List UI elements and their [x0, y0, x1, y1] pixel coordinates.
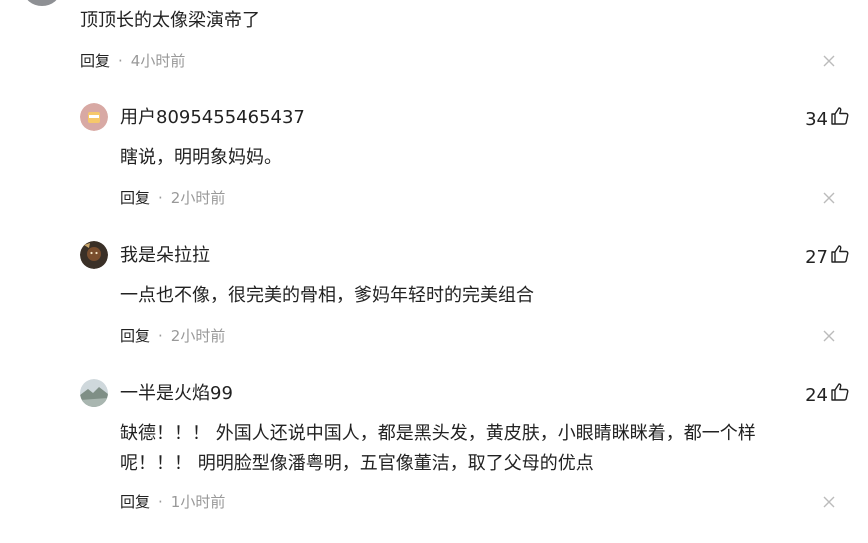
- reply-button[interactable]: 回复: [120, 188, 150, 208]
- timestamp: 4小时前: [130, 52, 186, 70]
- separator: ·: [158, 327, 163, 345]
- close-icon[interactable]: [823, 330, 837, 344]
- separator: ·: [158, 493, 163, 511]
- username[interactable]: 用户8095455465437: [120, 106, 305, 130]
- reply-meta: 回复 · 2小时前: [120, 188, 225, 208]
- close-icon[interactable]: [823, 55, 837, 69]
- reply-item: 用户8095455465437 34 瞎说，明明象妈妈。 回复 · 2小时前: [80, 103, 850, 213]
- like-count: 24: [805, 384, 828, 406]
- separator: ·: [158, 189, 163, 207]
- reply-button[interactable]: 回复: [80, 51, 110, 71]
- timestamp: 2小时前: [170, 189, 226, 207]
- close-icon[interactable]: [823, 192, 837, 206]
- avatar[interactable]: [80, 379, 108, 407]
- like-button[interactable]: 27: [805, 244, 850, 271]
- like-button[interactable]: 24: [805, 382, 850, 409]
- thumbs-up-icon: [828, 244, 850, 271]
- avatar[interactable]: [80, 103, 108, 131]
- thumbs-up-icon: [828, 382, 850, 409]
- avatar[interactable]: [80, 241, 108, 269]
- reply-text: 缺德！！！ 外国人还说中国人，都是黑头发，黄皮肤，小眼睛眯眯着，都一个样 呢！！…: [120, 419, 840, 479]
- like-button[interactable]: 34: [805, 106, 850, 133]
- reply-meta: 回复 · 2小时前: [120, 326, 225, 346]
- reply-item: 我是朵拉拉 27 一点也不像，很完美的骨相，爹妈年轻时的完美组合 回复 · 2小…: [80, 241, 850, 351]
- comment-text: 顶顶长的太像梁演帝了: [80, 10, 260, 31]
- timestamp: 1小时前: [170, 493, 226, 511]
- reply-text: 瞎说，明明象妈妈。: [120, 147, 282, 168]
- username[interactable]: 一半是火焰99: [120, 382, 233, 406]
- reply-text: 一点也不像，很完美的骨相，爹妈年轻时的完美组合: [120, 285, 534, 306]
- reply-text-line: 呢！！！ 明明脸型像潘粤明，五官像董洁，取了父母的优点: [120, 453, 594, 474]
- timestamp: 2小时前: [170, 327, 226, 345]
- comment-meta: 回复 · 4小时前: [80, 51, 185, 71]
- reply-item: 一半是火焰99 24 缺德！！！ 外国人还说中国人，都是黑头发，黄皮肤，小眼睛眯…: [80, 379, 850, 519]
- username[interactable]: 我是朵拉拉: [120, 244, 210, 268]
- close-icon[interactable]: [823, 496, 837, 510]
- thumbs-up-icon: [828, 106, 850, 133]
- reply-meta: 回复 · 1小时前: [120, 492, 225, 512]
- reply-button[interactable]: 回复: [120, 326, 150, 346]
- reply-button[interactable]: 回复: [120, 492, 150, 512]
- like-count: 34: [805, 108, 828, 130]
- avatar[interactable]: [24, 0, 60, 6]
- separator: ·: [118, 52, 123, 70]
- like-count: 27: [805, 246, 828, 268]
- reply-text-line: 缺德！！！ 外国人还说中国人，都是黑头发，黄皮肤，小眼睛眯眯着，都一个样: [120, 423, 756, 444]
